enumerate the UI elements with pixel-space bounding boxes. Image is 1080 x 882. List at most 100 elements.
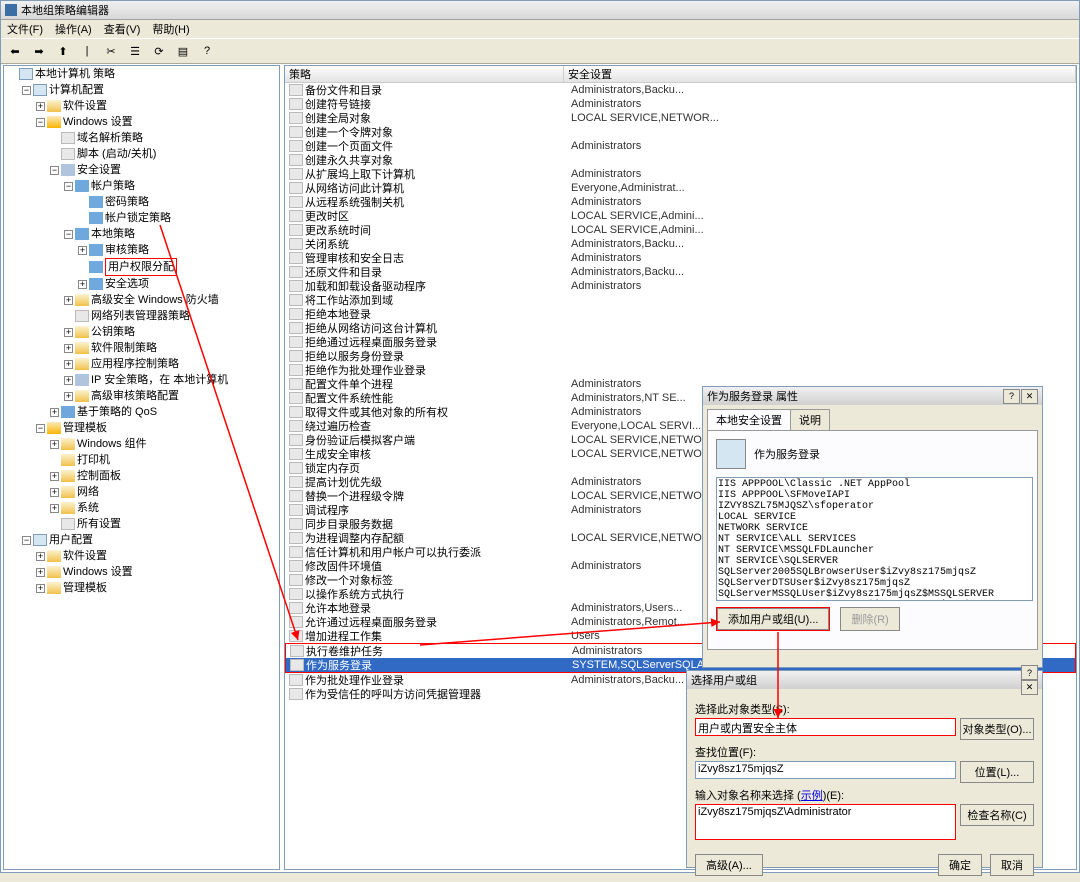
tree-label[interactable]: 控制面板 (77, 468, 121, 484)
object-types-button[interactable]: 对象类型(O)... (960, 718, 1034, 740)
tree-label[interactable]: 用户配置 (49, 532, 93, 548)
tree-label[interactable]: 系统 (77, 500, 99, 516)
tree-label[interactable]: 网络 (77, 484, 99, 500)
tree-label[interactable]: 网络列表管理器策略 (91, 308, 190, 324)
tree-pane[interactable]: 本地计算机 策略−计算机配置+软件设置−Windows 设置域名解析策略脚本 (… (3, 65, 280, 870)
tree-label[interactable]: 软件限制策略 (91, 340, 157, 356)
expand-toggle[interactable]: + (36, 552, 45, 561)
properties-icon[interactable]: ☰ (125, 41, 145, 61)
expand-toggle[interactable]: + (64, 328, 73, 337)
expand-toggle[interactable] (50, 456, 59, 465)
member-item[interactable]: SQLServerMSSQLUser$iZvy8sz175mjqsZ$MSSQL… (718, 589, 1031, 600)
up-icon[interactable]: ⬆ (53, 41, 73, 61)
expand-toggle[interactable] (50, 134, 59, 143)
tree-label[interactable]: 软件设置 (63, 548, 107, 564)
tree-label[interactable]: 审核策略 (105, 242, 149, 258)
tree-label[interactable]: 密码策略 (105, 194, 149, 210)
expand-toggle[interactable]: + (64, 296, 73, 305)
close-button[interactable]: ✕ (1021, 680, 1038, 695)
menu-action[interactable]: 操作(A) (55, 21, 92, 37)
expand-toggle[interactable]: − (64, 182, 73, 191)
expand-toggle[interactable] (50, 520, 59, 529)
tab-description[interactable]: 说明 (790, 409, 830, 430)
expand-toggle[interactable]: + (36, 568, 45, 577)
expand-toggle[interactable]: − (36, 424, 45, 433)
tree-label[interactable]: Windows 设置 (63, 564, 133, 580)
tree-label[interactable]: 软件设置 (63, 98, 107, 114)
list-row[interactable]: 拒绝作为批处理作业登录 (285, 363, 1076, 377)
expand-toggle[interactable]: + (64, 392, 73, 401)
expand-toggle[interactable]: + (64, 344, 73, 353)
menu-view[interactable]: 查看(V) (104, 21, 141, 37)
list-row[interactable]: 创建全局对象LOCAL SERVICE,NETWOR... (285, 111, 1076, 125)
expand-toggle[interactable] (78, 214, 87, 223)
expand-toggle[interactable]: + (78, 246, 87, 255)
members-listbox[interactable]: IIS APPPOOL\Classic .NET AppPoolIIS APPP… (716, 477, 1033, 601)
list-row[interactable]: 拒绝从网络访问这台计算机 (285, 321, 1076, 335)
expand-toggle[interactable] (78, 263, 87, 272)
expand-toggle[interactable]: + (64, 376, 73, 385)
expand-toggle[interactable]: − (64, 230, 73, 239)
expand-toggle[interactable] (50, 150, 59, 159)
member-item[interactable]: NT SERVICE\ALL SERVICES (718, 534, 1031, 545)
expand-toggle[interactable]: + (50, 504, 59, 513)
list-row[interactable]: 拒绝本地登录 (285, 307, 1076, 321)
tree-label[interactable]: 帐户策略 (91, 178, 135, 194)
tree-label[interactable]: 高级审核策略配置 (91, 388, 179, 404)
tree-label[interactable]: 域名解析策略 (77, 130, 143, 146)
help-button[interactable]: ? (1021, 665, 1038, 680)
list-row[interactable]: 从扩展坞上取下计算机Administrators (285, 167, 1076, 181)
expand-toggle[interactable]: − (22, 86, 31, 95)
cut-icon[interactable]: ✂ (101, 41, 121, 61)
tree-label[interactable]: 计算机配置 (49, 82, 104, 98)
list-row[interactable]: 拒绝通过远程桌面服务登录 (285, 335, 1076, 349)
col-policy[interactable]: 策略 (285, 66, 564, 82)
export-icon[interactable]: ▤ (173, 41, 193, 61)
close-button[interactable]: ✕ (1021, 389, 1038, 404)
tree-label[interactable]: 用户权限分配 (105, 258, 177, 276)
expand-toggle[interactable]: − (22, 536, 31, 545)
member-item[interactable]: IZVY8SZL75MJQSZ\sfoperator (718, 501, 1031, 512)
add-user-button[interactable]: 添加用户或组(U)... (717, 608, 829, 630)
expand-toggle[interactable]: + (50, 488, 59, 497)
list-row[interactable]: 从远程系统强制关机Administrators (285, 195, 1076, 209)
locations-button[interactable]: 位置(L)... (960, 761, 1034, 783)
member-item[interactable]: IIS APPPOOL\SFMoveIAPI (718, 490, 1031, 501)
expand-toggle[interactable]: + (50, 408, 59, 417)
expand-toggle[interactable] (78, 198, 87, 207)
tree-label[interactable]: 管理模板 (63, 420, 107, 436)
member-item[interactable]: NT SERVICE\MSSQLFDLauncher (718, 545, 1031, 556)
member-item[interactable]: IIS APPPOOL\Classic .NET AppPool (718, 479, 1031, 490)
expand-toggle[interactable] (8, 70, 17, 79)
list-row[interactable]: 管理审核和安全日志Administrators (285, 251, 1076, 265)
list-row[interactable]: 创建一个页面文件Administrators (285, 139, 1076, 153)
list-row[interactable]: 加载和卸载设备驱动程序Administrators (285, 279, 1076, 293)
tree-label[interactable]: 安全选项 (105, 276, 149, 292)
tree-label[interactable]: 本地计算机 策略 (35, 66, 115, 82)
list-row[interactable]: 拒绝以服务身份登录 (285, 349, 1076, 363)
check-names-button[interactable]: 检查名称(C) (960, 804, 1034, 826)
expand-toggle[interactable]: + (50, 472, 59, 481)
list-row[interactable]: 创建符号链接Administrators (285, 97, 1076, 111)
refresh-icon[interactable]: ⟳ (149, 41, 169, 61)
expand-toggle[interactable]: + (36, 102, 45, 111)
expand-toggle[interactable]: + (36, 584, 45, 593)
expand-toggle[interactable]: + (78, 280, 87, 289)
list-row[interactable]: 关闭系统Administrators,Backu... (285, 237, 1076, 251)
col-security[interactable]: 安全设置 (564, 66, 1076, 82)
forward-icon[interactable]: ➡ (29, 41, 49, 61)
list-row[interactable]: 更改时区LOCAL SERVICE,Admini... (285, 209, 1076, 223)
help-button[interactable]: ? (1003, 389, 1020, 404)
menu-help[interactable]: 帮助(H) (152, 21, 189, 37)
member-item[interactable]: NETWORK SERVICE (718, 523, 1031, 534)
tree-label[interactable]: 基于策略的 QoS (77, 404, 157, 420)
tree-label[interactable]: 所有设置 (77, 516, 121, 532)
member-item[interactable]: LOCAL SERVICE (718, 512, 1031, 523)
tree-label[interactable]: 安全设置 (77, 162, 121, 178)
list-row[interactable]: 还原文件和目录Administrators,Backu... (285, 265, 1076, 279)
member-item[interactable]: SQLServer2005SQLBrowserUser$iZvy8sz175mj… (718, 567, 1031, 578)
tree-label[interactable]: 管理模板 (63, 580, 107, 596)
member-item[interactable]: SQLServerReportServerUser$iZvy8sz175mjqs… (718, 600, 1031, 601)
tree-label[interactable]: 脚本 (启动/关机) (77, 146, 156, 162)
expand-toggle[interactable]: + (50, 440, 59, 449)
